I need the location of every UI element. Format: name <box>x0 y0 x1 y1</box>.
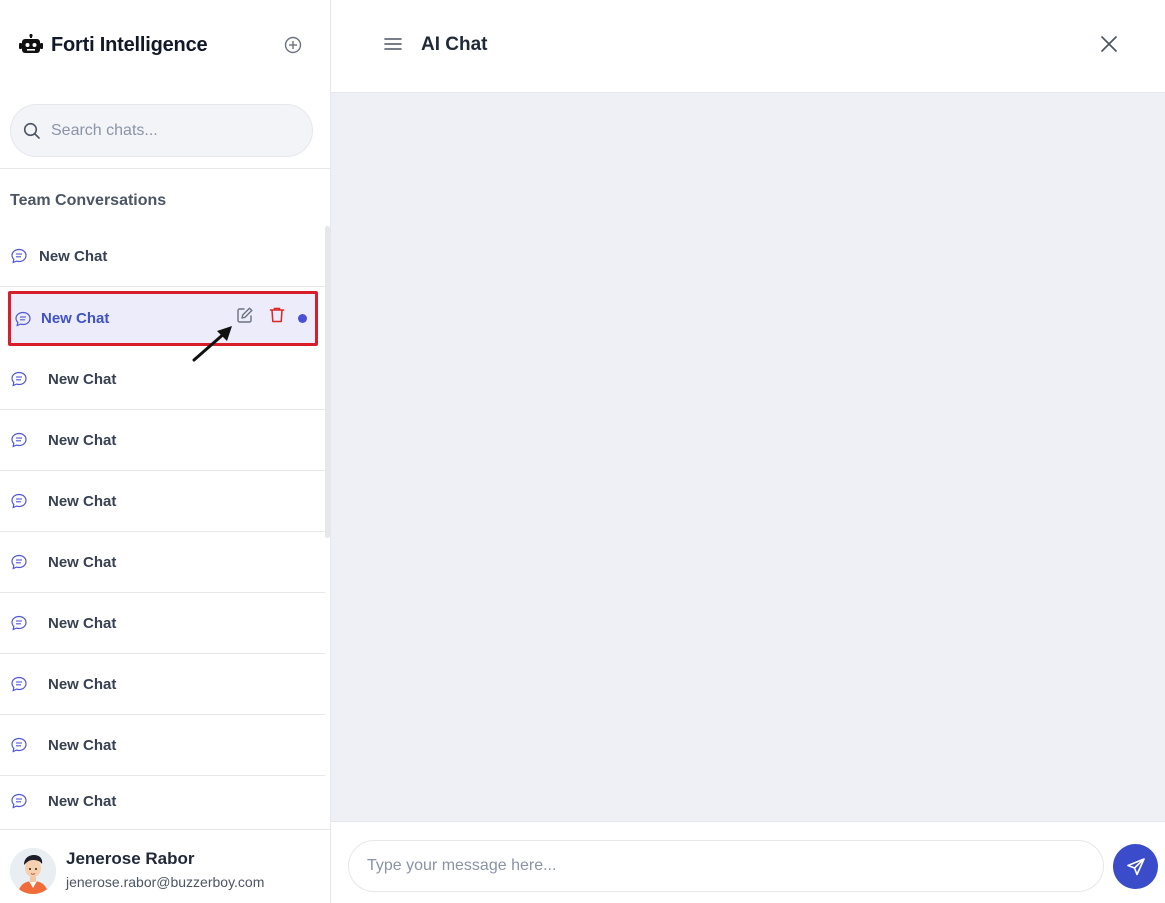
hamburger-menu-icon <box>384 38 402 50</box>
chat-bubble-icon <box>10 675 28 693</box>
chat-bubble-icon <box>10 370 28 388</box>
chat-list-item[interactable]: New Chat <box>0 654 325 715</box>
new-chat-button[interactable] <box>283 35 303 55</box>
chat-label: New Chat <box>39 247 108 265</box>
chat-list-item[interactable]: New Chat <box>0 410 325 471</box>
chat-list-item[interactable]: New Chat <box>0 593 325 654</box>
user-email: jenerose.rabor@buzzerboy.com <box>66 874 265 890</box>
chat-label: New Chat <box>48 614 117 632</box>
chat-main: AI Chat <box>331 0 1165 903</box>
user-name: Jenerose Rabor <box>66 849 195 868</box>
robot-icon <box>18 32 44 58</box>
chat-list-item[interactable]: New Chat <box>0 226 325 287</box>
chat-label: New Chat <box>48 492 117 510</box>
chat-bubble-icon <box>10 247 28 265</box>
section-title: Team Conversations <box>10 192 167 209</box>
chat-bubble-icon <box>10 614 28 632</box>
edit-icon <box>237 307 253 323</box>
chat-list-item-active[interactable]: New Chat <box>8 291 318 346</box>
edit-chat-button[interactable] <box>235 305 255 325</box>
message-area <box>331 93 1165 821</box>
chat-list-item[interactable]: New Chat <box>0 715 325 776</box>
send-button[interactable] <box>1113 844 1158 889</box>
composer <box>331 821 1165 903</box>
avatar <box>10 848 56 894</box>
chat-bubble-icon <box>14 310 32 328</box>
chat-label: New Chat <box>48 736 117 754</box>
chat-label: New Chat <box>48 370 117 388</box>
delete-chat-button[interactable] <box>267 305 287 325</box>
chat-list-item[interactable]: New Chat <box>0 776 325 826</box>
plus-circle-icon <box>284 36 302 54</box>
chat-list-item[interactable]: New Chat <box>0 532 325 593</box>
sidebar: Forti Intelligence Team Conversations Ne… <box>0 0 331 903</box>
chat-label: New Chat <box>48 553 117 571</box>
message-input[interactable] <box>367 857 1067 875</box>
chat-bubble-icon <box>10 431 28 449</box>
chat-label: New Chat <box>48 792 117 810</box>
chat-bubble-icon <box>10 553 28 571</box>
trash-icon <box>269 307 285 323</box>
close-button[interactable] <box>1098 33 1120 55</box>
annotation-arrow-icon <box>192 326 232 362</box>
brand: Forti Intelligence <box>18 32 208 58</box>
chat-label: New Chat <box>41 310 110 327</box>
divider <box>0 168 330 169</box>
brand-title: Forti Intelligence <box>51 33 208 56</box>
menu-button[interactable] <box>383 34 403 54</box>
chat-list-item[interactable]: New Chat <box>0 471 325 532</box>
chat-bubble-icon <box>10 492 28 510</box>
close-icon <box>1101 36 1117 52</box>
chat-label: New Chat <box>48 675 117 693</box>
message-input-wrapper <box>348 840 1104 892</box>
chat-label: New Chat <box>48 431 117 449</box>
search-icon <box>23 122 40 139</box>
user-profile[interactable]: Jenerose Rabor jenerose.rabor@buzzerboy.… <box>0 829 330 903</box>
app: Forti Intelligence Team Conversations Ne… <box>0 0 1165 903</box>
topbar: AI Chat <box>331 0 1165 93</box>
search-box <box>10 104 313 157</box>
search-input[interactable] <box>51 121 291 140</box>
chat-bubble-icon <box>10 792 28 810</box>
active-indicator-dot <box>298 314 307 323</box>
chat-bubble-icon <box>10 736 28 754</box>
sidebar-scrollbar[interactable] <box>325 226 330 538</box>
chat-list-item[interactable]: New Chat <box>0 349 325 410</box>
page-title: AI Chat <box>421 34 488 55</box>
send-icon <box>1126 857 1145 875</box>
